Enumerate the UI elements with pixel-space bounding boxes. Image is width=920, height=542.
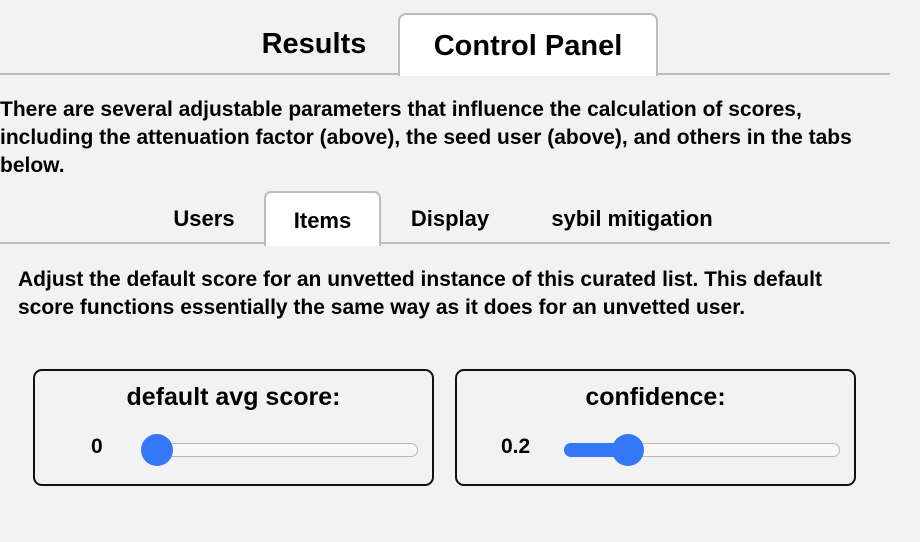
tab-display[interactable]: Display (395, 191, 505, 245)
confidence-slider-thumb[interactable] (612, 434, 645, 466)
default-avg-score-panel: default avg score: 0 (33, 369, 434, 486)
confidence-slider[interactable] (564, 434, 840, 466)
tab-control-panel[interactable]: Control Panel (398, 13, 658, 76)
items-description: Adjust the default score for an unvetted… (18, 268, 822, 319)
tab-items[interactable]: Items (264, 191, 381, 246)
confidence-value: 0.2 (501, 435, 531, 458)
control-panel-page: Results Control Panel There are several … (0, 0, 920, 542)
default-avg-score-slider[interactable] (141, 434, 418, 466)
confidence-label: confidence: (585, 383, 726, 411)
tab-results[interactable]: Results (243, 13, 385, 76)
default-avg-score-label: default avg score: (126, 383, 341, 411)
confidence-panel: confidence: 0.2 (455, 369, 856, 486)
tab-sybil-mitigation[interactable]: sybil mitigation (532, 191, 732, 245)
tab-users[interactable]: Users (160, 191, 248, 245)
intro-text: There are several adjustable parameters … (0, 98, 852, 177)
default-avg-score-value: 0 (91, 435, 103, 458)
default-avg-score-slider-thumb[interactable] (141, 434, 173, 466)
top-tab-bar: Results Control Panel (0, 0, 890, 76)
